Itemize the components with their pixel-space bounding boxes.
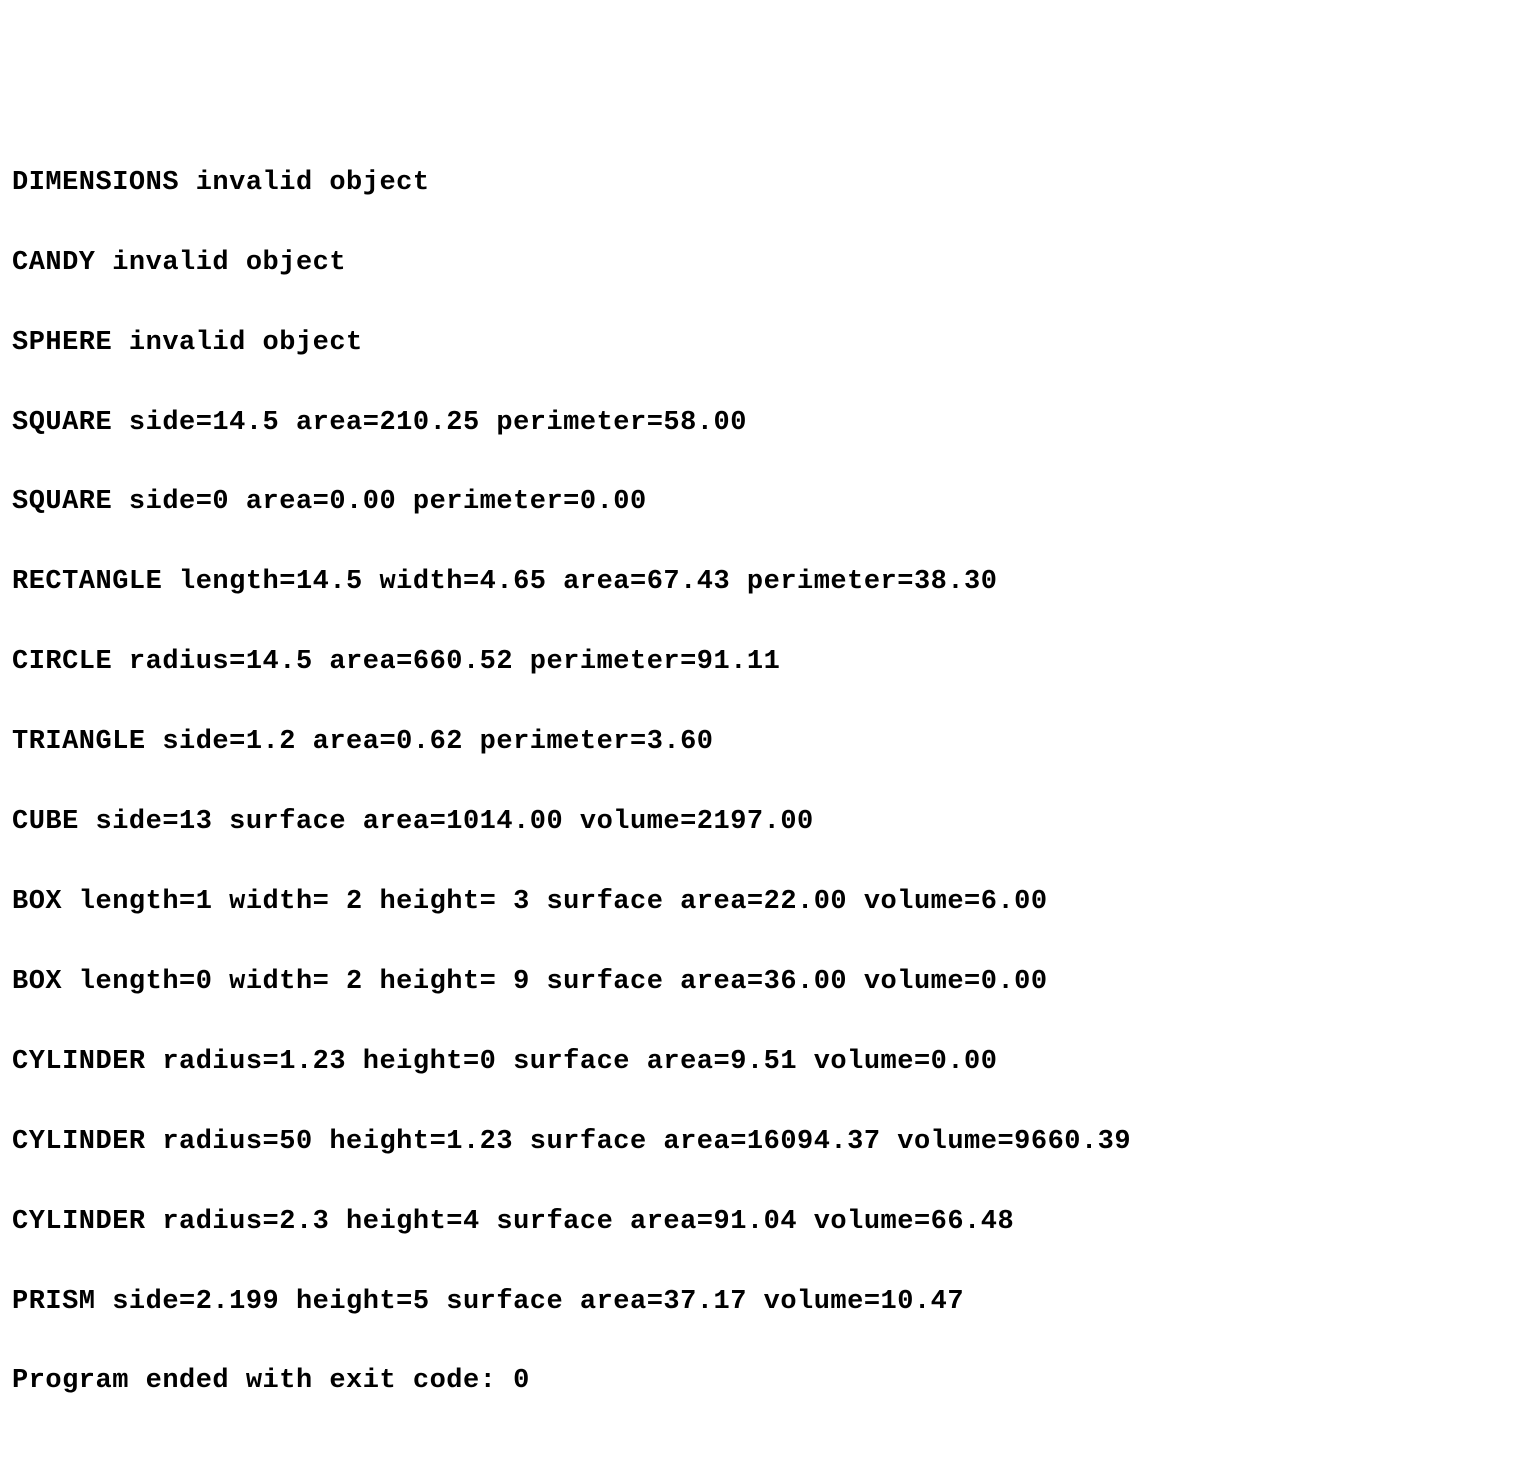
console-line: SQUARE side=0 area=0.00 perimeter=0.00 [12,483,1510,523]
console-line: SQUARE side=14.5 area=210.25 perimeter=5… [12,404,1510,444]
console-line: BOX length=1 width= 2 height= 3 surface … [12,883,1510,923]
console-line: CYLINDER radius=1.23 height=0 surface ar… [12,1043,1510,1083]
console-line: CYLINDER radius=50 height=1.23 surface a… [12,1123,1510,1163]
console-line: TRIANGLE side=1.2 area=0.62 perimeter=3.… [12,723,1510,763]
console-line: CYLINDER radius=2.3 height=4 surface are… [12,1203,1510,1243]
console-line: CUBE side=13 surface area=1014.00 volume… [12,803,1510,843]
console-line: CANDY invalid object [12,244,1510,284]
console-line: Program ended with exit code: 0 [12,1362,1510,1402]
console-line: SPHERE invalid object [12,324,1510,364]
console-line: CIRCLE radius=14.5 area=660.52 perimeter… [12,643,1510,683]
console-line: RECTANGLE length=14.5 width=4.65 area=67… [12,563,1510,603]
console-line: BOX length=0 width= 2 height= 9 surface … [12,963,1510,1003]
console-line: PRISM side=2.199 height=5 surface area=3… [12,1283,1510,1323]
console-line: DIMENSIONS invalid object [12,164,1510,204]
